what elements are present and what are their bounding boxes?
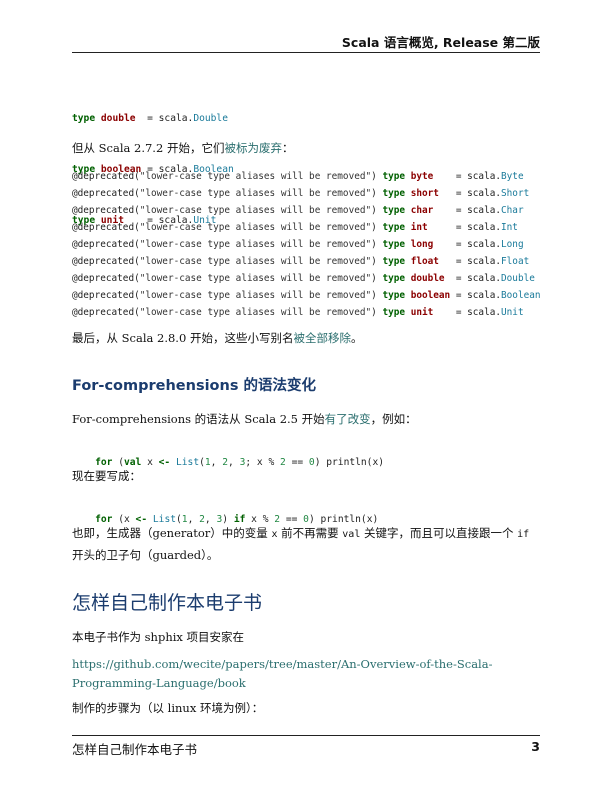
changed-link[interactable]: 有了改变 <box>325 412 371 426</box>
document-page: Scala 语言概览, Release 第二版 type double = sc… <box>0 0 612 792</box>
code-line: @deprecated("lower-case type aliases wil… <box>72 188 530 199</box>
deprecated-link[interactable]: 被标为废弃 <box>224 141 282 155</box>
code-line: type double = scala.Double <box>72 113 228 124</box>
repository-url-link[interactable]: https://github.com/wecite/papers/tree/ma… <box>72 655 546 693</box>
paragraph-hosted: 本电子书作为 shphix 项目安家在 <box>72 630 245 644</box>
code-line: @deprecated("lower-case type aliases wil… <box>72 239 524 250</box>
paragraph-generator: 也即，生成器（generator）中的变量 x 前不再需要 val 关键字，而且… <box>72 526 530 562</box>
code-line: @deprecated("lower-case type aliases wil… <box>72 171 524 182</box>
chapter-heading: 怎样自己制作本电子书 <box>72 592 263 614</box>
footer-section-title: 怎样自己制作本电子书 <box>72 742 198 757</box>
code-line: @deprecated("lower-case type aliases wil… <box>72 256 530 267</box>
code-line: @deprecated("lower-case type aliases wil… <box>72 273 535 284</box>
removed-link[interactable]: 被全部移除 <box>293 331 351 345</box>
header-rule <box>72 52 540 53</box>
running-header: Scala 语言概览, Release 第二版 <box>341 35 540 50</box>
paragraph-steps: 制作的步骤为（以 linux 环境为例）： <box>72 701 264 715</box>
page-number: 3 <box>531 739 540 754</box>
section-heading: For-comprehensions 的语法变化 <box>72 378 317 394</box>
paragraph-deprecated-intro: 但从 Scala 2.7.2 开始，它们被标为废弃： <box>72 141 294 155</box>
code-line: @deprecated("lower-case type aliases wil… <box>72 222 518 233</box>
footer-rule <box>72 735 540 736</box>
code-line: @deprecated("lower-case type aliases wil… <box>72 307 524 318</box>
paragraph-now-write: 现在要写成： <box>72 469 141 483</box>
deprecated-code-block: @deprecated("lower-case type aliases wil… <box>72 168 541 321</box>
code-line: @deprecated("lower-case type aliases wil… <box>72 290 541 301</box>
code-line: @deprecated("lower-case type aliases wil… <box>72 205 524 216</box>
paragraph-removed: 最后，从 Scala 2.8.0 开始，这些小写别名被全部移除。 <box>72 331 363 345</box>
paragraph-for-syntax: For-comprehensions 的语法从 Scala 2.5 开始有了改变… <box>72 412 417 426</box>
